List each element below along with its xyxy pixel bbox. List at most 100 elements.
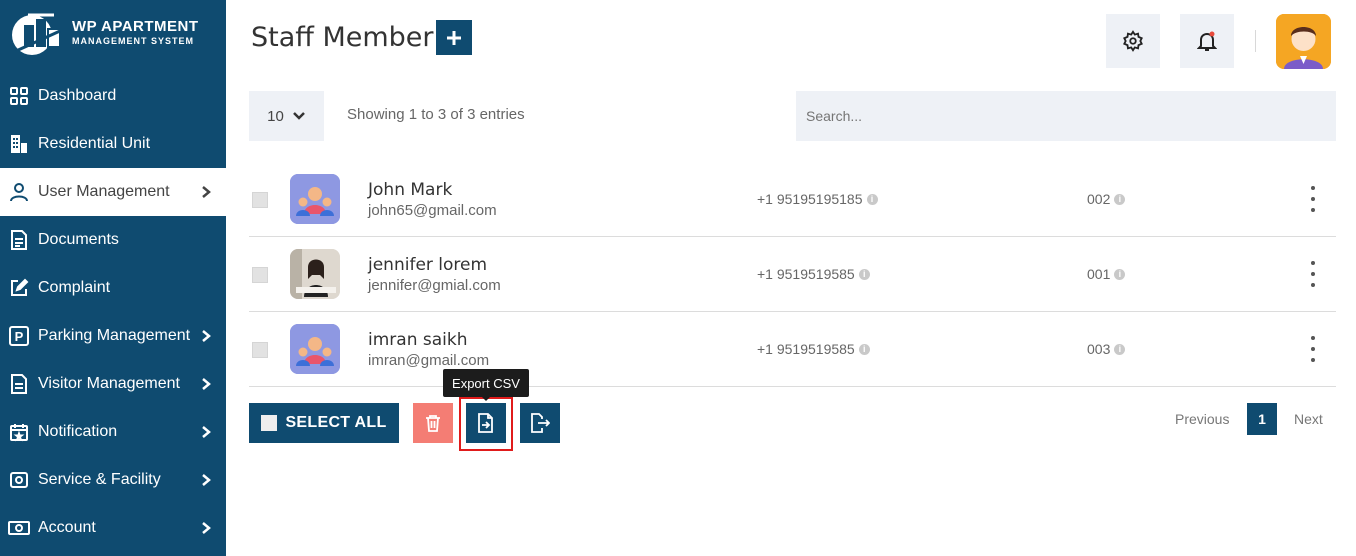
export-button[interactable] — [520, 403, 560, 443]
phone-value: +1 9519519585 — [757, 341, 855, 357]
more-options-icon[interactable] — [1305, 334, 1321, 364]
code-value: 003 — [1087, 341, 1111, 357]
sidebar-item-notification[interactable]: Notification — [0, 408, 226, 456]
info-icon[interactable]: i — [1114, 268, 1126, 280]
avatar[interactable] — [1276, 14, 1331, 69]
page-length-value: 10 — [267, 107, 284, 125]
svg-text:P: P — [15, 329, 24, 344]
row-checkbox[interactable] — [252, 342, 268, 358]
staff-email: imran@gmail.com — [368, 352, 490, 369]
chevron-right-icon — [196, 425, 216, 439]
sidebar-item-label: Service & Facility — [38, 471, 161, 488]
delete-button[interactable] — [413, 403, 453, 443]
entries-info: Showing 1 to 3 of 3 entries — [347, 106, 525, 123]
table-row: John Mark john65@gmail.com +1 9519519518… — [249, 162, 1336, 237]
page-length-select[interactable]: 10 — [249, 91, 324, 141]
calendar-star-icon — [8, 421, 30, 443]
staff-name: John Mark — [368, 180, 453, 200]
sidebar-item-residential-unit[interactable]: Residential Unit — [0, 120, 226, 168]
staff-photo — [290, 324, 340, 374]
table-row: jennifer lorem jennifer@gmial.com +1 951… — [249, 237, 1336, 312]
staff-phone: +1 9519519585 i — [757, 341, 870, 357]
gear-icon — [1123, 30, 1143, 52]
highlight-box — [459, 397, 513, 451]
row-checkbox[interactable] — [252, 267, 268, 283]
staff-photo — [290, 249, 340, 299]
grid-icon — [8, 85, 30, 107]
export-csv-tooltip: Export CSV — [443, 369, 529, 397]
staff-code: 003 i — [1087, 341, 1126, 357]
phone-value: +1 95195195185 — [757, 191, 863, 207]
staff-photo — [290, 174, 340, 224]
sidebar-item-label: Parking Management — [38, 327, 191, 344]
info-icon[interactable]: i — [866, 193, 878, 205]
sidebar-item-user-management[interactable]: User Management — [0, 168, 226, 216]
more-options-icon[interactable] — [1305, 259, 1321, 289]
trash-icon — [426, 415, 440, 432]
search-input[interactable] — [796, 91, 1336, 141]
sidebar-item-label: Account — [38, 519, 96, 536]
brand-logo[interactable]: WP APARTMENT MANAGEMENT SYSTEM — [10, 8, 220, 58]
sidebar-item-service-facility[interactable]: Service & Facility — [0, 456, 226, 504]
building-icon — [8, 133, 30, 155]
document-icon — [8, 229, 30, 251]
building-logo-icon — [10, 11, 66, 55]
chevron-right-icon — [196, 185, 216, 199]
settings-button[interactable] — [1106, 14, 1160, 68]
staff-code: 002 i — [1087, 191, 1126, 207]
chevron-down-icon — [292, 112, 305, 120]
parking-icon: P — [8, 325, 30, 347]
sidebar-item-account[interactable]: Account — [0, 504, 226, 552]
sidebar-item-dashboard[interactable]: Dashboard — [0, 72, 226, 120]
sidebar-item-documents[interactable]: Documents — [0, 216, 226, 264]
staff-code: 001 i — [1087, 266, 1126, 282]
edit-icon — [8, 277, 30, 299]
info-icon[interactable]: i — [858, 268, 870, 280]
code-value: 002 — [1087, 191, 1111, 207]
table-row: imran saikh imran@gmail.com +1 951951958… — [249, 312, 1336, 387]
sidebar-item-label: Visitor Management — [38, 375, 180, 392]
sidebar-item-label: User Management — [38, 183, 170, 200]
staff-email: jennifer@gmial.com — [368, 277, 501, 294]
staff-phone: +1 9519519585 i — [757, 266, 870, 282]
phone-value: +1 9519519585 — [757, 266, 855, 282]
header-divider — [1255, 30, 1256, 52]
page-title: Staff Member — [251, 22, 434, 53]
sidebar-item-label: Documents — [38, 231, 119, 248]
staff-name: jennifer lorem — [368, 255, 488, 275]
chevron-right-icon — [196, 329, 216, 343]
staff-phone: +1 95195195185 i — [757, 191, 878, 207]
sidebar-item-label: Notification — [38, 423, 118, 440]
sidebar-item-label: Complaint — [38, 279, 111, 296]
add-staff-button[interactable] — [436, 20, 472, 55]
staff-email: john65@gmail.com — [368, 202, 497, 219]
tooltip-arrow — [481, 396, 491, 401]
more-options-icon[interactable] — [1305, 184, 1321, 214]
file-arrow-icon — [531, 413, 550, 433]
chevron-right-icon — [196, 521, 216, 535]
staff-name: imran saikh — [368, 330, 468, 350]
chevron-right-icon — [196, 377, 216, 391]
pagination-page-1[interactable]: 1 — [1247, 403, 1277, 435]
sidebar: WP APARTMENT MANAGEMENT SYSTEM Dashboard… — [0, 0, 226, 556]
sidebar-item-complaint[interactable]: Complaint — [0, 264, 226, 312]
sidebar-item-label: Residential Unit — [38, 135, 151, 152]
bell-icon — [1197, 31, 1217, 51]
info-icon[interactable]: i — [1114, 343, 1126, 355]
info-icon[interactable]: i — [1114, 193, 1126, 205]
brand-title: WP APARTMENT — [72, 18, 199, 35]
notifications-button[interactable] — [1180, 14, 1234, 68]
row-checkbox[interactable] — [252, 192, 268, 208]
brand-subtitle: MANAGEMENT SYSTEM — [72, 36, 195, 46]
sidebar-item-label: Dashboard — [38, 87, 117, 104]
sidebar-item-visitor-management[interactable]: Visitor Management — [0, 360, 226, 408]
pagination-previous[interactable]: Previous — [1175, 411, 1229, 427]
select-all-label: SELECT ALL — [285, 414, 387, 431]
info-icon[interactable]: i — [858, 343, 870, 355]
user-icon — [8, 181, 30, 203]
plus-icon — [447, 30, 461, 45]
pagination-next[interactable]: Next — [1294, 411, 1323, 427]
code-value: 001 — [1087, 266, 1111, 282]
select-all-button[interactable]: SELECT ALL — [249, 403, 399, 443]
sidebar-item-parking-management[interactable]: P Parking Management — [0, 312, 226, 360]
